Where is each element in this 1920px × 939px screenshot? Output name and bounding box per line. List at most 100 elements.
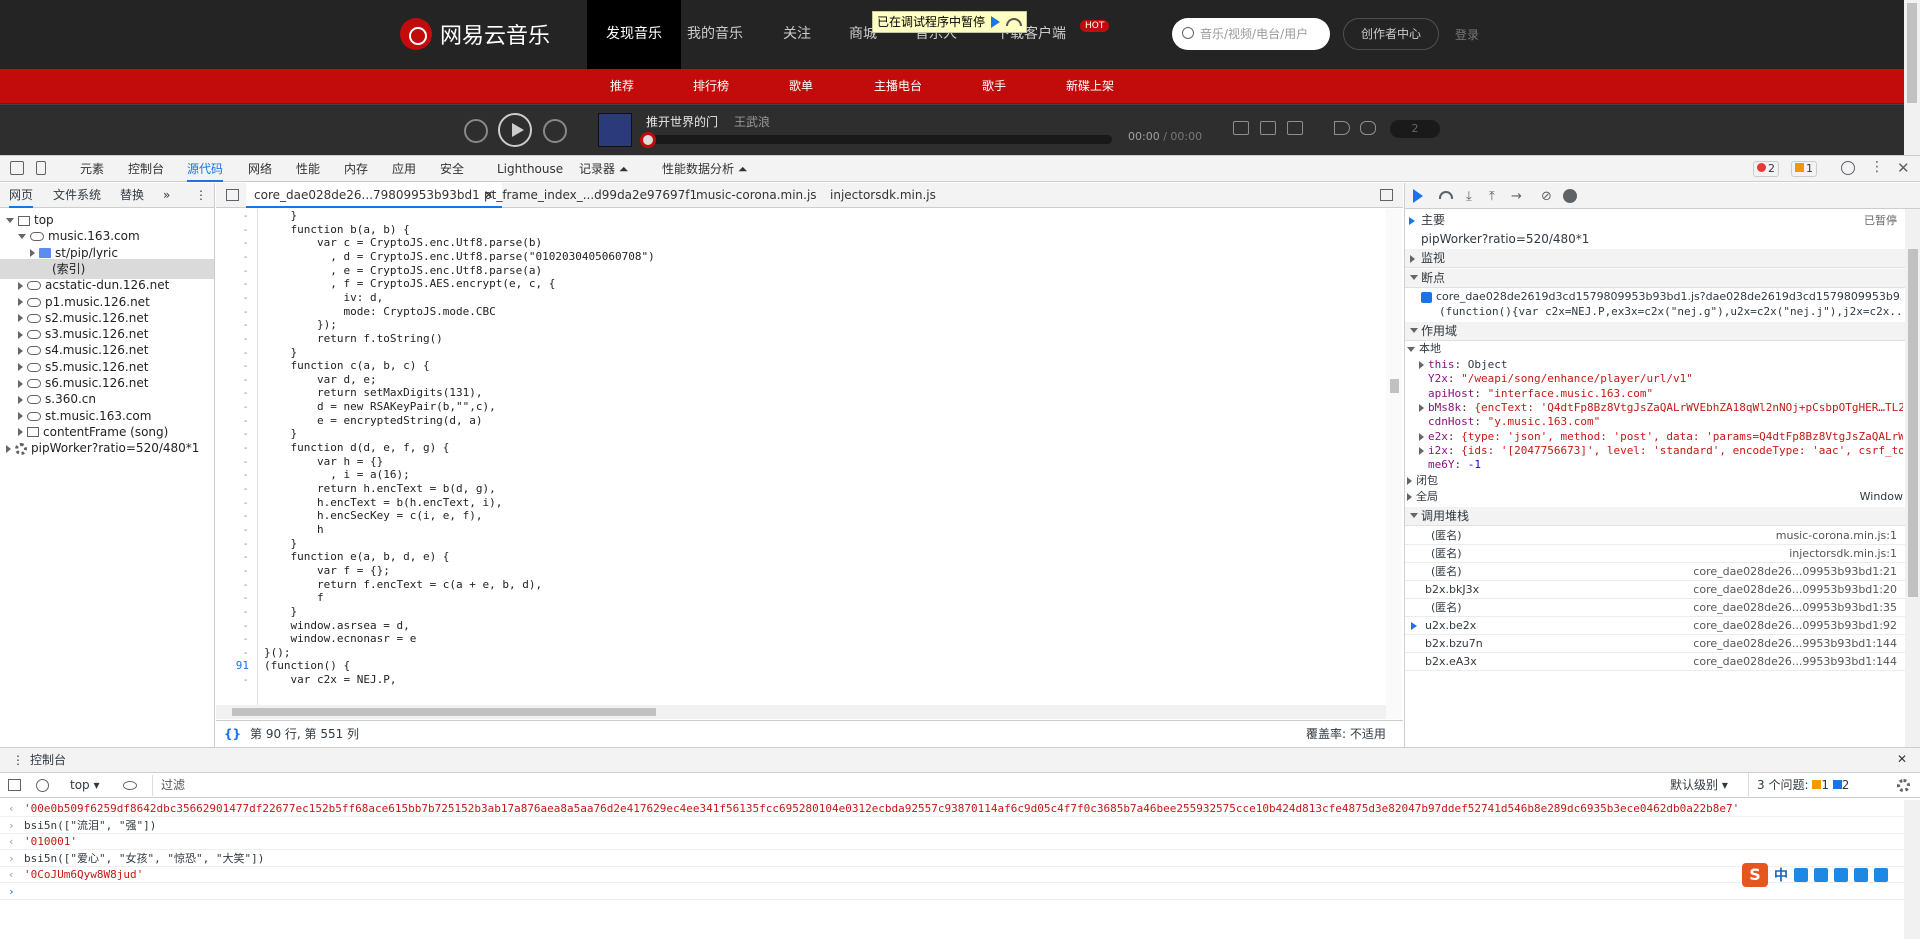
line-number[interactable]: -	[242, 591, 249, 605]
console-settings-icon[interactable]	[1897, 779, 1910, 792]
close-devtools-icon[interactable]: ✕	[1897, 159, 1910, 177]
login-link[interactable]: 登录	[1455, 26, 1479, 43]
tree-item[interactable]: pipWorker?ratio=520/480*1	[0, 438, 214, 458]
step-icon[interactable]: →	[1511, 189, 1525, 204]
close-drawer-icon[interactable]: ✕	[1897, 752, 1907, 766]
tab-memory[interactable]: 内存	[344, 156, 368, 182]
tab-elements[interactable]: 元素	[80, 156, 104, 182]
nav-tab-more[interactable]: »	[163, 183, 170, 208]
line-number[interactable]: -	[242, 373, 249, 387]
site-logo[interactable]: 网易云音乐	[400, 18, 550, 50]
console-message[interactable]: › bsi5n(["流泪", "强"])	[0, 817, 1904, 834]
navigator-menu-icon[interactable]: ⋮	[195, 183, 207, 208]
breakpoint-checkbox[interactable]	[1421, 291, 1432, 303]
frame-location[interactable]: core_dae028de26...09953b93bd1:20	[1693, 581, 1897, 599]
step-out-icon[interactable]: ⤒	[1489, 189, 1503, 204]
nav-tab-overrides[interactable]: 替换	[120, 183, 144, 208]
console-filter-input[interactable]: 过滤	[152, 775, 1652, 796]
nav-follow[interactable]: 关注	[764, 0, 830, 69]
ime-toolbar[interactable]: S 中	[1742, 863, 1888, 887]
resume-icon[interactable]	[991, 16, 1001, 28]
line-number[interactable]: -	[242, 632, 249, 646]
frame-location[interactable]: core_dae028de26...09953b93bd1:92	[1693, 617, 1897, 635]
collapsed-arrow-icon[interactable]	[18, 346, 23, 355]
ime-mic-icon[interactable]	[1814, 868, 1828, 882]
live-expression-eye-icon[interactable]	[123, 781, 137, 790]
console-message[interactable]: ‹ '00e0b509f6259df8642dbc35662901477df226…	[0, 800, 1904, 817]
section-breakpoints[interactable]: 断点	[1405, 269, 1905, 288]
expanded-arrow-icon[interactable]	[18, 234, 26, 240]
line-number[interactable]: -	[242, 318, 249, 332]
file-tab-music-corona[interactable]: music-corona.min.js	[688, 183, 817, 208]
log-levels-dropdown[interactable]: 默认级别 ▾	[1670, 773, 1728, 798]
drawer-tab-console[interactable]: 控制台	[30, 748, 67, 775]
editor-vscroll-thumb[interactable]	[1390, 379, 1399, 393]
playlist-count[interactable]: 2	[1390, 120, 1440, 138]
album-cover[interactable]	[598, 113, 632, 147]
ime-punct-icon[interactable]	[1794, 868, 1808, 882]
clear-console-icon[interactable]	[36, 779, 49, 792]
collapsed-arrow-icon[interactable]	[6, 444, 11, 453]
device-toolbar-icon[interactable]	[36, 161, 46, 175]
call-frame[interactable]: (匿名) core_dae028de26...09953b93bd1:35	[1405, 599, 1905, 617]
resume-script-icon[interactable]	[1413, 189, 1423, 203]
nav-tab-page[interactable]: 网页	[9, 183, 34, 208]
tab-lighthouse[interactable]: Lighthouse	[497, 156, 563, 182]
deactivate-breakpoints-icon[interactable]: ⊘	[1541, 189, 1555, 204]
frame-location[interactable]: core_dae028de26...9953b93bd1:144	[1693, 635, 1897, 653]
line-number[interactable]: -	[242, 441, 249, 455]
line-number[interactable]: -	[242, 646, 249, 660]
tab-network[interactable]: 网络	[248, 156, 272, 182]
line-number[interactable]: -	[242, 564, 249, 578]
line-number[interactable]: -	[242, 414, 249, 428]
inspect-element-icon[interactable]	[10, 161, 24, 175]
editor-horizontal-scrollbar[interactable]	[216, 705, 1386, 719]
tab-application[interactable]: 应用	[392, 156, 416, 182]
scope-variable[interactable]: me6Y: -1	[1419, 457, 1903, 473]
file-tab-pt-frame[interactable]: pt_frame_index_...d99da2e97697f1	[476, 183, 697, 208]
ime-keyboard-icon[interactable]	[1834, 868, 1848, 882]
subnav-radio[interactable]: 主播电台	[874, 69, 922, 103]
subnav-playlists[interactable]: 歌单	[789, 69, 813, 103]
nav-my-music[interactable]: 我的音乐	[668, 0, 762, 69]
call-frame[interactable]: b2x.bzu7n core_dae028de26...9953b93bd1:14…	[1405, 635, 1905, 653]
line-number[interactable]: -	[242, 619, 249, 633]
ime-skin-icon[interactable]	[1854, 868, 1868, 882]
collapsed-arrow-icon[interactable]	[18, 330, 23, 339]
editor-hscroll-thumb[interactable]	[232, 708, 656, 716]
line-number[interactable]: -	[242, 482, 249, 496]
subnav-artists[interactable]: 歌手	[982, 69, 1006, 103]
artist-name[interactable]: 王武浪	[734, 113, 770, 130]
line-number[interactable]: -	[242, 550, 249, 564]
line-number[interactable]: -	[242, 427, 249, 441]
sogou-ime-logo-icon[interactable]: S	[1742, 863, 1768, 887]
call-frame[interactable]: b2x.eA3x core_dae028de26...9953b93bd1:144	[1405, 653, 1905, 671]
line-number[interactable]: -	[242, 359, 249, 373]
tab-performance[interactable]: 性能	[296, 156, 320, 182]
ime-mode[interactable]: 中	[1774, 865, 1788, 885]
call-frame[interactable]: u2x.be2x core_dae028de26...09953b93bd1:92	[1405, 617, 1905, 635]
frame-location[interactable]: injectorsdk.min.js:1	[1789, 545, 1897, 563]
share-icon[interactable]	[1287, 121, 1303, 135]
step-over-icon[interactable]	[1439, 191, 1453, 199]
next-track-icon[interactable]	[543, 119, 567, 143]
nav-tab-filesystem[interactable]: 文件系统	[53, 183, 101, 208]
more-options-icon[interactable]: ⋮	[1870, 159, 1884, 175]
tab-performance-insights[interactable]: 性能数据分析 ⏶	[662, 156, 747, 182]
debugger-scrollbar[interactable]	[1905, 209, 1920, 747]
collapsed-arrow-icon[interactable]	[18, 428, 23, 437]
nav-discover[interactable]: 发现音乐	[587, 0, 681, 69]
play-icon[interactable]	[498, 113, 532, 147]
step-into-icon[interactable]: ⤓	[1466, 189, 1480, 204]
issues-counter[interactable]: 3 个问题: 1 2	[1748, 773, 1849, 798]
line-number[interactable]: -	[242, 264, 249, 278]
line-number[interactable]: -	[242, 673, 249, 687]
subnav-charts[interactable]: 排行榜	[693, 69, 729, 103]
line-number[interactable]: -	[242, 509, 249, 523]
collapsed-arrow-icon[interactable]	[18, 298, 23, 306]
tab-recorder[interactable]: 记录器 ⏶	[579, 156, 628, 182]
ime-tools-icon[interactable]	[1874, 868, 1888, 882]
collapsed-arrow-icon[interactable]	[18, 281, 23, 290]
line-gutter[interactable]: - - - - - - - - - - - - - - - - - - - - - - - - - - - - - - - - -91-	[216, 209, 258, 705]
tab-security[interactable]: 安全	[440, 156, 464, 182]
